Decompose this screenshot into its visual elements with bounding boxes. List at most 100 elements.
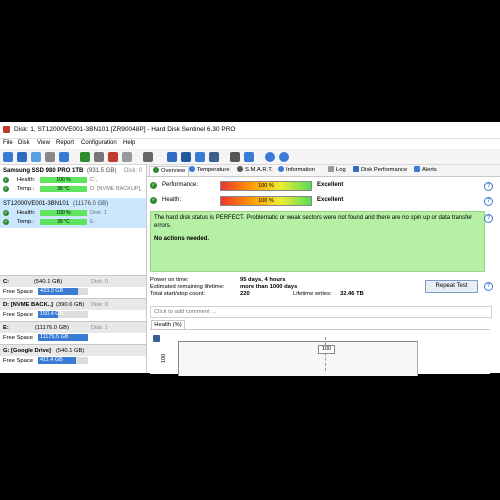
help-icon[interactable]: ? [484,214,493,223]
temp-label: Temp.: [17,219,35,225]
health-value: 100 % [56,177,71,183]
tab-label: Information [286,167,315,173]
tab-disk-performance[interactable]: Disk Performance [353,166,407,175]
temp-bar: 28 °C [40,219,87,225]
help-icon[interactable]: ? [484,282,493,291]
health-row: ✓ Health: 100 % Excellent ? [147,195,500,206]
menu-disk[interactable]: Disk [18,140,30,146]
save-icon[interactable] [153,335,160,342]
email-icon[interactable] [195,152,205,162]
tab-smart[interactable]: S.M.A.R.T. [237,166,273,175]
tab-information[interactable]: Information [278,166,315,175]
health-bar: 100 % [40,210,87,216]
volume-disk: Disk: 0 [91,279,108,285]
volume-header [0,276,146,287]
tab-overview[interactable]: Overview [149,166,190,176]
volume-name: G: [Google Drive] [3,348,51,354]
menu-configuration[interactable]: Configuration [81,140,117,146]
stats-icon[interactable] [59,152,69,162]
comment-placeholder: Click to add comment ... [154,309,217,315]
free-space-bar: 411.4 GB [38,357,88,364]
configure-icon[interactable] [244,152,254,162]
disk-number: Disk: 0 [124,168,143,174]
menu-report[interactable]: Report [56,140,74,146]
tab-log[interactable]: Log [328,166,346,175]
title-bar: Disk: 1, ST12000VE001-3BN101 [ZR90048P] … [0,122,500,139]
comment-input[interactable]: Click to add comment ... [150,306,492,318]
list-icon[interactable] [181,152,191,162]
disk-entry-1[interactable]: ST12000VE001-3BN101 (11176.0 GB) ✓ Healt… [0,198,146,228]
volume-entry-c[interactable]: C: (540.1 GB) Disk: 0 Free Space 433.0 G… [0,275,146,298]
free-space-value: 433.0 GB [40,288,64,294]
disk-name: Samsung SSD 980 PRO 1TB [3,168,84,174]
writes-label: Lifetime writes: [293,291,332,297]
gear-icon[interactable] [230,152,240,162]
volume-name: E: [3,325,9,331]
disk-name: ST12000VE001-3BN101 [3,201,70,207]
details-panel: Overview Temperature S.M.A.R.T. Informat… [147,165,500,376]
free-space-value: 150.4 GB [40,311,64,317]
volume-disk: Disk: 0 [91,302,108,308]
free-space-label: Free Space [3,312,33,318]
check-icon: ✓ [3,210,9,216]
disk-info-icon[interactable] [122,152,132,162]
temp-label: Temp.: [17,186,35,192]
help-icon[interactable] [265,152,275,162]
performance-label: Performance: [162,182,199,188]
thermometer-icon [189,166,195,173]
refresh-all-icon[interactable] [17,152,27,162]
check-icon: ✓ [150,182,157,189]
menu-help[interactable]: Help [123,140,135,146]
disk-health-row: ✓ Health: 100 % Disk: 1 [0,209,146,218]
disk-details-icon[interactable] [108,152,118,162]
volume-entry-e[interactable]: E: (11176.0 GB) Disk: 1 Free Space 11175… [0,321,146,344]
tab-bar: Overview Temperature S.M.A.R.T. Informat… [147,165,500,177]
tab-temperature[interactable]: Temperature [189,166,230,175]
document-icon[interactable] [167,152,177,162]
health-label: Health: [162,197,182,203]
power-on-value: 95 days, 4 hours [240,277,286,283]
performance-icon [353,166,359,173]
repeat-test-button[interactable]: Repeat Test [425,280,478,293]
tab-alerts[interactable]: Alerts [414,166,437,175]
printer-icon[interactable] [143,152,153,162]
free-space-bar: 150.4 GB [38,311,88,318]
volume-disk: Disk: 1 [91,325,108,331]
info-icon [278,166,284,173]
save-icon[interactable] [45,152,55,162]
check-icon: ✓ [3,186,9,192]
tab-label: Disk Performance [361,167,408,173]
volume-entry-d[interactable]: D: [NVME BACK..] (390.6 GB) Disk: 0 Free… [0,298,146,321]
disk-size: (931.5 GB) [87,168,117,174]
health-value: 100 % [258,198,274,204]
status-box: The hard disk status is PERFECT. Problem… [150,211,485,272]
volume-size: (540.1 GB) [34,279,63,285]
startstop-value: 220 [240,291,250,297]
report-icon[interactable] [31,152,41,162]
about-icon[interactable] [279,152,289,162]
app-window: Disk: 1, ST12000VE001-3BN101 [ZR90048P] … [0,122,500,376]
refresh-icon[interactable] [3,152,13,162]
help-icon[interactable]: ? [484,197,493,206]
tab-label: Overview [161,168,186,174]
print-icon[interactable] [94,152,104,162]
settings-icon[interactable] [80,152,90,162]
disk-entry-0[interactable]: Samsung SSD 980 PRO 1TB (931.5 GB) Disk:… [0,165,146,195]
toolbar [0,150,500,165]
help-icon[interactable]: ? [484,182,493,191]
overview-icon [153,167,159,174]
volume-entry-g[interactable]: G: [Google Drive] (540.1 GB) Free Space … [0,344,146,367]
free-space-value: 11175.5 GB [40,334,69,340]
volume-name: C: [3,279,10,285]
free-space-bar: 11175.5 GB [38,334,88,341]
menu-view[interactable]: View [37,140,50,146]
health-label: Health: [17,177,36,183]
temp-value: 28 °C [57,219,70,225]
disk-temp-row: ✓ Temp.: 28 °C E: [0,218,146,227]
log-icon [328,166,334,173]
volume-size: (390.6 GB) [56,302,85,308]
health-graph: 100 100 [150,329,490,376]
menu-file[interactable]: File [3,140,13,146]
health-value: 100 % [56,210,71,216]
send-icon[interactable] [209,152,219,162]
